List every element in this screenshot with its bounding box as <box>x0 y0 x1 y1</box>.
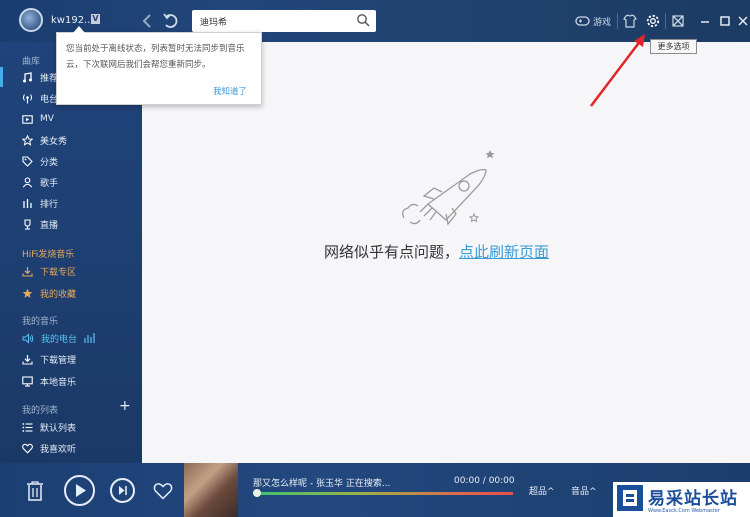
section-title-my-music: 我的音乐 <box>22 317 59 327</box>
annotation-arrow <box>590 34 645 107</box>
speaker-icon <box>22 332 34 344</box>
sidebar-item-label: 我的收藏 <box>40 289 77 300</box>
sidebar-item-download-zone[interactable]: 下载专区 <box>22 262 132 280</box>
sidebar-item-live[interactable]: 直播 <box>22 215 132 233</box>
video-icon <box>22 114 33 124</box>
sidebar-item-ranking[interactable]: 排行 <box>22 194 132 212</box>
sidebar-item-label: 美女秀 <box>40 136 68 147</box>
site-watermark: 易采站长站 Www.Easck.Com Webmaster <box>613 482 750 517</box>
star-filled-icon <box>22 288 33 298</box>
person-icon <box>22 176 33 188</box>
sidebar-item-beauty-show[interactable]: 美女秀 <box>22 131 132 149</box>
sidebar-item-default-list[interactable]: 默认列表 <box>22 418 132 436</box>
sidebar-item-label: 下载管理 <box>40 355 77 366</box>
section-title-my-list: 我的列表 <box>22 406 59 416</box>
play-button[interactable] <box>64 475 95 506</box>
avatar[interactable] <box>19 8 43 32</box>
trash-icon[interactable] <box>25 480 45 502</box>
play-icon <box>76 484 86 497</box>
add-list-button[interactable]: + <box>119 399 131 413</box>
sidebar-item-label: 默认列表 <box>40 423 77 434</box>
error-text: 网络似乎有点问题， <box>324 243 460 261</box>
monitor-icon <box>22 375 33 387</box>
lyrics-label: 音品 <box>571 487 590 497</box>
search-box[interactable] <box>192 10 376 32</box>
back-button[interactable] <box>140 11 154 31</box>
gamepad-icon <box>575 16 590 26</box>
trophy-icon <box>24 218 31 230</box>
download-icon <box>22 266 33 277</box>
music-note-icon <box>23 71 32 82</box>
next-button[interactable] <box>110 478 135 503</box>
watermark-subtext: Www.Easck.Com Webmaster <box>648 508 720 514</box>
bars-icon <box>23 198 32 208</box>
gear-icon[interactable] <box>645 13 661 29</box>
sidebar-item-mv[interactable]: MV <box>22 110 132 128</box>
sidebar-item-category[interactable]: 分类 <box>22 152 132 170</box>
close-icon[interactable] <box>735 13 750 29</box>
tag-icon <box>22 155 33 167</box>
username[interactable]: kw192... <box>51 15 94 26</box>
sidebar-item-local-music[interactable]: 本地音乐 <box>22 372 132 390</box>
sidebar-item-my-favorites[interactable]: 我的收藏 <box>22 284 132 302</box>
got-it-button[interactable]: 我知道了 <box>213 85 247 97</box>
watermark-logo <box>617 485 643 511</box>
quality-button[interactable]: 超品^ <box>529 484 555 497</box>
chevron-left-icon <box>142 14 151 28</box>
song-title: 那又怎么样呢 - 张玉华 正在搜索... <box>253 479 391 489</box>
quality-label: 超品 <box>529 487 548 497</box>
search-input[interactable] <box>200 13 350 29</box>
offline-notice-text: 您当前处于离线状态，列表暂时无法同步到音乐云，下次联网后我们会帮您重新同步。 <box>66 44 245 70</box>
progress-handle[interactable] <box>253 489 261 497</box>
list-icon <box>22 422 33 432</box>
watermark-text: 易采站长站 <box>648 489 738 509</box>
logo-icon <box>623 490 637 506</box>
sidebar-item-label: 排行 <box>40 199 59 210</box>
skin-shirt-icon[interactable] <box>622 13 638 29</box>
sidebar-item-label: 我喜欢听 <box>40 444 77 455</box>
game-label: 游戏 <box>593 17 612 28</box>
album-cover[interactable] <box>184 463 238 517</box>
sidebar-item-my-radio[interactable]: 我的电台 <box>22 329 132 347</box>
sidebar-item-label: 我的电台 <box>41 334 78 345</box>
sidebar-item-label: 本地音乐 <box>40 377 77 388</box>
progress-bar[interactable] <box>255 492 513 495</box>
section-title-library: 曲库 <box>22 57 41 67</box>
heart-icon <box>22 443 33 454</box>
refresh-button[interactable] <box>163 11 179 31</box>
more-options-tooltip: 更多选项 <box>650 39 697 54</box>
sidebar-item-label: 下载专区 <box>40 267 77 278</box>
sidebar-item-label: 直播 <box>40 220 59 231</box>
rocket-illustration <box>402 150 495 226</box>
network-error-message: 网络似乎有点问题， 点此刷新页面 <box>324 241 624 262</box>
refresh-icon <box>163 13 178 28</box>
sidebar-item-my-like[interactable]: 我喜欢听 <box>22 439 132 457</box>
sidebar-item-label: MV <box>40 114 54 124</box>
next-track-icon <box>119 486 127 495</box>
main-content: 网络似乎有点问题， 点此刷新页面 <box>142 42 750 463</box>
divider <box>665 13 666 29</box>
song-time: 00:00 / 00:00 <box>454 476 515 486</box>
sidebar: 曲库 推荐 电台 MV 美女秀 分类 歌手 排行 直播 HiFi发烧音乐 下载专… <box>0 42 142 463</box>
sidebar-item-label: 歌手 <box>40 178 59 189</box>
heart-icon[interactable] <box>153 482 173 500</box>
minimize-icon[interactable] <box>697 13 713 29</box>
sidebar-item-singer[interactable]: 歌手 <box>22 173 132 191</box>
divider <box>617 13 618 29</box>
refresh-page-link[interactable]: 点此刷新页面 <box>459 241 549 262</box>
sidebar-item-download-manager[interactable]: 下载管理 <box>22 350 132 368</box>
mini-mode-icon[interactable] <box>670 13 686 29</box>
download-icon <box>22 354 33 365</box>
sidebar-item-label: 分类 <box>40 157 59 168</box>
lyrics-button[interactable]: 音品^ <box>571 484 597 497</box>
section-title-hifi: HiFi发烧音乐 <box>22 250 75 260</box>
maximize-icon[interactable] <box>717 13 733 29</box>
game-button[interactable]: 游戏 <box>575 12 611 30</box>
vip-badge[interactable]: V <box>91 14 100 24</box>
star-icon <box>22 134 33 146</box>
radio-icon <box>23 93 32 103</box>
offline-notice-popup: 您当前处于离线状态，列表暂时无法同步到音乐云，下次联网后我们会帮您重新同步。 我… <box>56 26 262 105</box>
search-icon[interactable] <box>356 13 370 27</box>
playing-bars-icon <box>84 333 95 343</box>
